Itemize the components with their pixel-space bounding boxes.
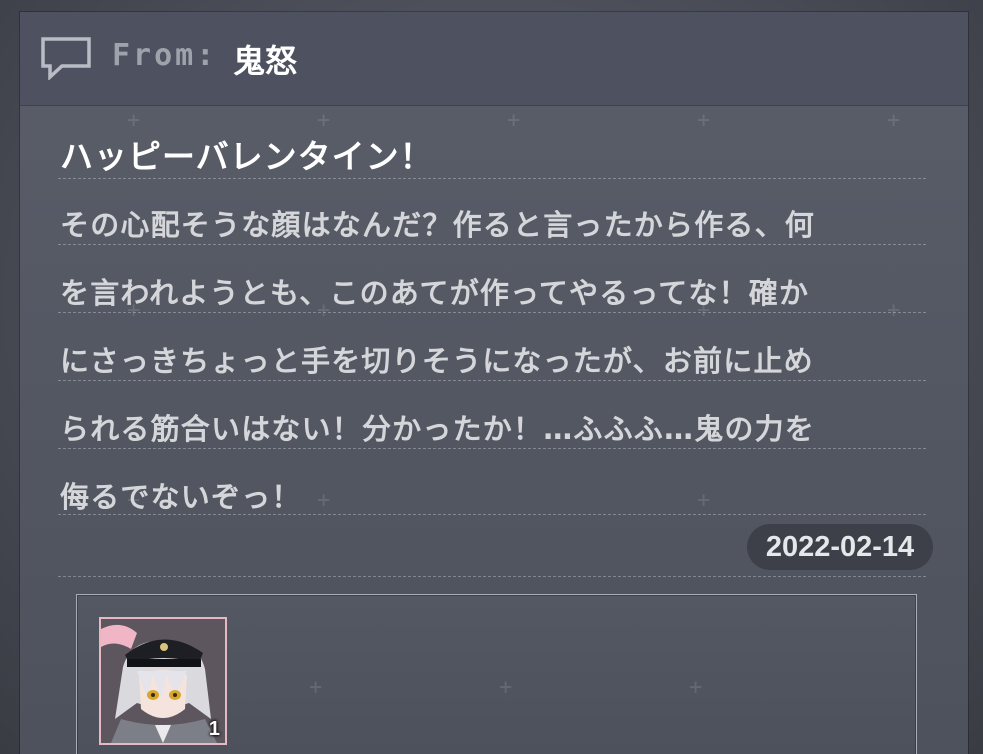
grid-cross-decoration: + [317,108,331,133]
message-title: ハッピーバレンタイン！ [60,137,434,176]
grid-cross-decoration: + [127,108,141,133]
grid-cross-decoration: + [507,108,521,133]
ruled-line [58,514,926,515]
message-body-line: 侮るでないぞっ！ [60,480,302,514]
grid-cross-decoration: + [309,675,323,700]
date-badge: 2022-02-14 [747,524,933,570]
ruled-line [58,576,926,577]
ruled-line [58,244,926,245]
ruled-line [58,178,926,179]
ruled-line [58,448,926,449]
message-body-line: を言われようとも、このあてが作ってやるってな！確か [60,276,810,310]
grid-cross-decoration: + [317,488,331,513]
grid-cross-decoration: + [887,108,901,133]
attachment-box: + + + 1 [76,594,917,754]
mail-panel: From: 鬼怒 + + + + + + + + + + + + ハッピーバレン… [20,12,968,754]
grid-cross-decoration: + [887,298,901,323]
from-label: From: [112,38,218,73]
sender-name: 鬼怒 [233,42,298,80]
chat-bubble-icon [41,37,91,80]
ruled-line [58,380,926,381]
grid-cross-decoration: + [697,108,711,133]
grid-cross-decoration: + [689,675,703,700]
message-body-line: その心配そうな顔はなんだ？作ると言ったから作る、何 [60,208,816,242]
item-count: 1 [208,718,220,740]
ruled-line [58,312,926,313]
grid-cross-decoration: + [697,488,711,513]
message-body-line: にさっきちょっと手を切りそうになったが、お前に止め [60,344,814,378]
grid-cross-decoration: + [499,675,513,700]
message-body-line: られる筋合いはない！分かったか！…ふふふ…鬼の力を [60,412,816,446]
mail-header: From: 鬼怒 [20,12,968,106]
attachment-item-slot[interactable]: 1 [99,617,227,745]
character-portrait-icon [101,619,225,743]
